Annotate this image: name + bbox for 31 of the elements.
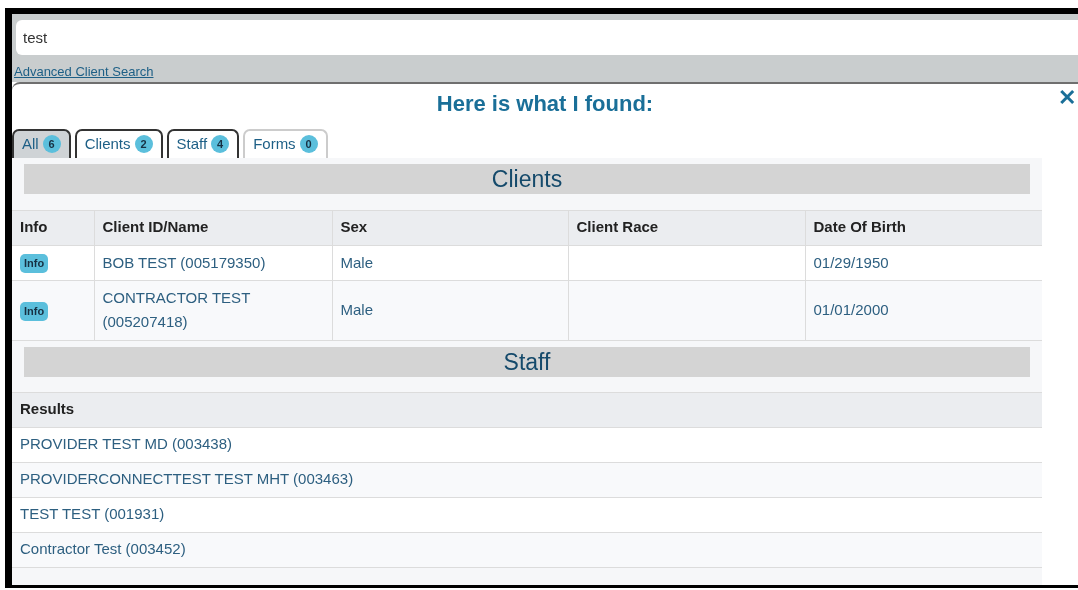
column-header: Date Of Birth [805, 210, 1042, 245]
advanced-search-link[interactable]: Advanced Client Search [14, 62, 1078, 82]
client-link[interactable]: CONTRACTOR TEST (005207418) [102, 286, 324, 334]
close-button[interactable]: ✕ [1058, 86, 1076, 109]
search-field[interactable]: test [16, 20, 1078, 55]
info-button[interactable]: Info [20, 301, 49, 321]
staff-link[interactable]: Contractor Test (003452) [20, 540, 186, 558]
column-header: Results [12, 392, 1042, 427]
count-badge: 0 [299, 135, 318, 153]
count-badge: 4 [211, 135, 230, 153]
count-badge: 6 [42, 135, 61, 153]
column-header: Client ID/Name [94, 210, 332, 245]
table-cell-text: Male [340, 252, 374, 273]
section-header: Clients [24, 163, 1030, 194]
staff-link[interactable]: PROVIDERCONNECTTEST TEST MHT (003463) [20, 470, 354, 488]
column-header: Client Race [568, 210, 805, 245]
count-badge: 2 [134, 135, 153, 153]
column-header: Info [12, 210, 94, 245]
staff-link[interactable]: TEST TEST (001931) [20, 505, 165, 523]
table-cell-text: 01/29/1950 [813, 252, 890, 273]
results-title: Here is what I found: [436, 89, 654, 118]
column-header: Sex [332, 210, 568, 245]
table-cell-text: Male [340, 300, 374, 320]
tab[interactable]: Staff 4 [166, 128, 240, 158]
table-cell-text: 01/01/2000 [813, 300, 890, 320]
tab[interactable]: Clients 2 [74, 128, 163, 158]
client-link[interactable]: BOB TEST (005179350) [102, 250, 324, 275]
info-button[interactable]: Info [20, 254, 49, 274]
tab[interactable]: All 6 [12, 128, 71, 158]
section-header: Staff [24, 346, 1030, 377]
staff-link[interactable]: PROVIDER TEST MD (003438) [20, 435, 232, 453]
